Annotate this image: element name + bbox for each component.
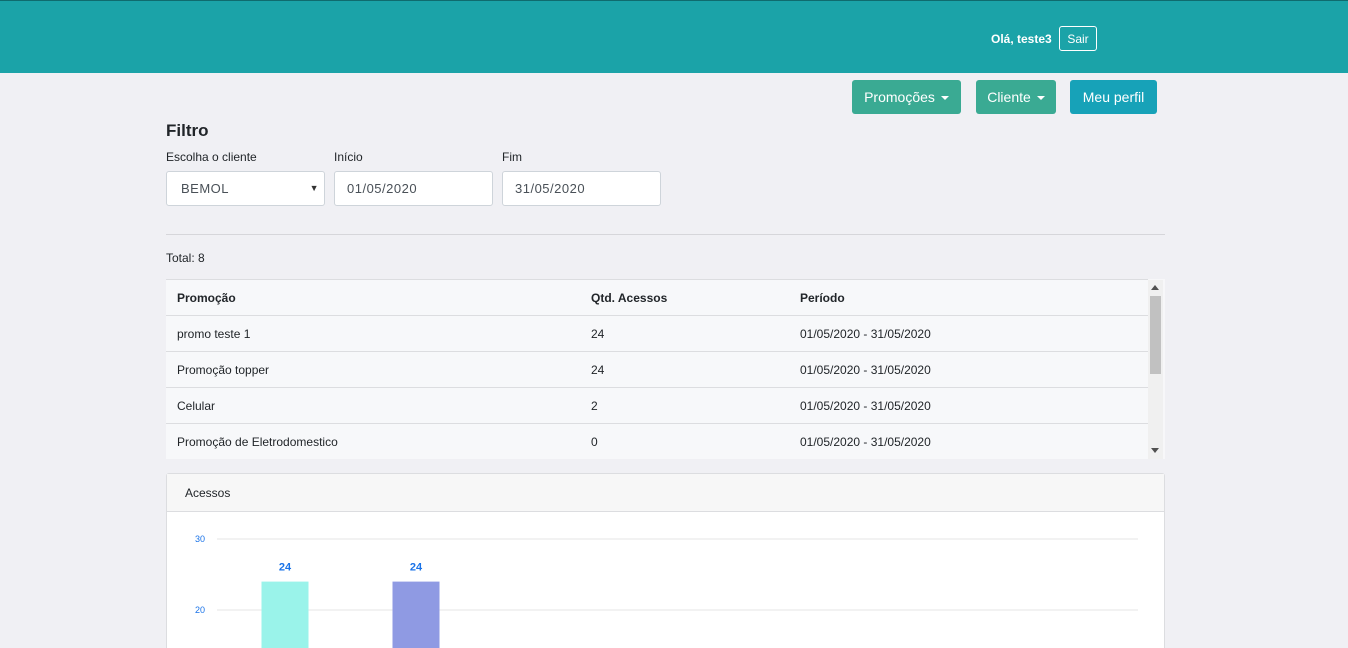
column-header-promotion: Promoção (166, 279, 580, 316)
column-header-period: Período (789, 279, 1148, 316)
cell-period: 01/05/2020 - 31/05/2020 (789, 387, 1148, 424)
cell-promotion: Promoção topper (166, 351, 580, 388)
user-greeting: Olá, teste3 (991, 32, 1052, 46)
scrollbar-thumb[interactable] (1150, 296, 1161, 374)
table-row: Celular 2 01/05/2020 - 31/05/2020 (166, 387, 1148, 424)
cell-promotion: Celular (166, 387, 580, 424)
y-tick-label: 20 (195, 605, 205, 615)
access-chart-card: Acessos 30 20 24 24 (166, 473, 1165, 648)
promotions-table: Promoção Qtd. Acessos Período promo test… (166, 279, 1148, 459)
cell-access-count: 24 (580, 315, 789, 352)
client-dropdown-button[interactable]: Cliente (976, 80, 1056, 114)
table-row: Promoção de Eletrodomestico 0 01/05/2020… (166, 423, 1148, 459)
cell-period: 01/05/2020 - 31/05/2020 (789, 423, 1148, 459)
cell-promotion: Promoção de Eletrodomestico (166, 423, 580, 459)
caret-down-icon (1036, 95, 1045, 100)
chart-card-title: Acessos (167, 474, 1164, 512)
section-divider (166, 234, 1165, 235)
cell-period: 01/05/2020 - 31/05/2020 (789, 315, 1148, 352)
table-row: Promoção topper 24 01/05/2020 - 31/05/20… (166, 351, 1148, 388)
bar-data-label: 24 (279, 562, 292, 574)
client-select[interactable]: BEMOL ▼ (166, 171, 325, 206)
end-date-input[interactable]: 31/05/2020 (502, 171, 661, 206)
cell-access-count: 2 (580, 387, 789, 424)
cell-period: 01/05/2020 - 31/05/2020 (789, 351, 1148, 388)
promotions-dropdown-button[interactable]: Promoções (852, 80, 961, 114)
start-date-label: Início (334, 150, 363, 164)
client-select-value: BEMOL (181, 181, 230, 196)
promotions-table-container[interactable]: Promoção Qtd. Acessos Período promo test… (166, 279, 1165, 459)
filter-title: Filtro (166, 121, 209, 140)
client-label: Cliente (987, 89, 1031, 105)
caret-down-icon (940, 95, 949, 100)
scroll-up-arrow-icon[interactable] (1151, 285, 1159, 290)
top-navbar: Olá, teste3 Sair (0, 0, 1348, 73)
table-row: promo teste 1 24 01/05/2020 - 31/05/2020 (166, 315, 1148, 352)
access-bar-chart: 30 20 24 24 (195, 534, 1138, 648)
promotions-label: Promoções (864, 89, 935, 105)
chart-bar (392, 581, 440, 648)
client-select-label: Escolha o cliente (166, 150, 257, 164)
y-tick-label: 30 (195, 534, 205, 544)
chart-bar (261, 581, 309, 648)
start-date-input[interactable]: 01/05/2020 (334, 171, 493, 206)
cell-access-count: 24 (580, 351, 789, 388)
column-header-access-count: Qtd. Acessos (580, 279, 789, 316)
bar-data-label: 24 (410, 562, 423, 574)
table-scrollbar[interactable] (1148, 280, 1163, 459)
logout-button[interactable]: Sair (1059, 26, 1097, 51)
profile-button[interactable]: Meu perfil (1070, 80, 1157, 114)
select-arrow-icon: ▼ (309, 183, 319, 193)
end-date-label: Fim (502, 150, 522, 164)
cell-promotion: promo teste 1 (166, 315, 580, 352)
total-count: Total: 8 (166, 251, 205, 265)
scroll-down-arrow-icon[interactable] (1151, 448, 1159, 453)
cell-access-count: 0 (580, 423, 789, 459)
table-header-row: Promoção Qtd. Acessos Período (166, 279, 1148, 316)
